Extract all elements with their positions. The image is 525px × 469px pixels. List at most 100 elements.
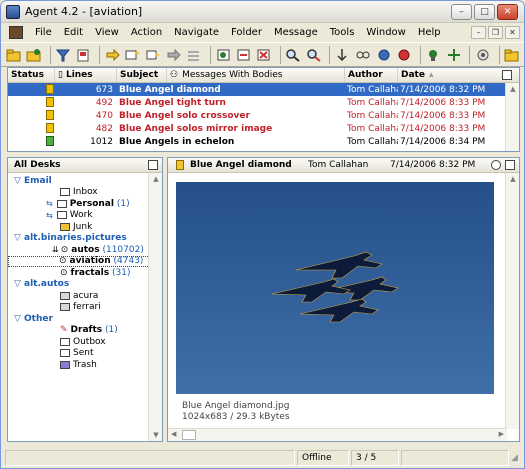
online-icon[interactable] [375,46,392,64]
column-author[interactable]: Author [345,68,398,82]
tree-fractals[interactable]: ⊙ fractals (31) [14,267,162,279]
tree-alt-autos[interactable]: ▽ alt.autos [14,279,162,291]
folder-icon[interactable] [504,46,521,64]
message-row[interactable]: 470 Blue Angel solo crossover Tom Callah… [8,109,519,122]
viewer-vertical-scrollbar[interactable]: ▲ [505,173,519,429]
document-menu-icon[interactable] [9,26,23,39]
menu-navigate[interactable]: Navigate [168,27,225,38]
find-icon[interactable] [285,46,302,64]
retrieve-icon[interactable] [235,46,252,64]
find-next-icon[interactable] [305,46,322,64]
caption-info: 1024x683 / 29.3 kBytes [182,412,290,422]
message-yellow-icon [46,110,54,121]
mdi-minimize-button[interactable]: – [471,26,486,39]
next-arrow-icon[interactable] [165,46,182,64]
mdi-restore-button[interactable]: ❐ [488,26,503,39]
column-subject[interactable]: Subject [117,68,167,82]
forward-icon[interactable] [104,46,121,64]
message-row[interactable]: 1012 Blue Angels in echelon Tom Callaha … [8,135,519,148]
menu-edit[interactable]: Edit [58,27,89,38]
tree-inbox[interactable]: Inbox [14,187,162,199]
offline-icon[interactable] [395,46,412,64]
scroll-up-icon[interactable]: ▲ [506,173,520,185]
viewer-options-icon[interactable] [491,160,501,170]
close-button[interactable]: ✕ [497,4,518,20]
message-list-scrollbar[interactable]: ▲ [505,83,519,151]
reply-email-icon[interactable] [125,46,142,64]
menu-action[interactable]: Action [125,27,168,38]
list-maximize-button[interactable] [502,70,512,80]
message-doc-icon [176,160,184,170]
tree-drafts-label: Drafts [70,325,103,336]
scroll-up-icon[interactable]: ▲ [149,173,163,185]
menu-window[interactable]: Window [360,27,411,38]
message-yellow-icon [46,123,54,134]
mdi-close-button[interactable]: ✕ [505,26,520,39]
tag-icon[interactable] [215,46,232,64]
column-lines[interactable]: ▯ Lines [55,68,117,82]
row-date: 7/14/2006 8:32 PM [400,84,486,95]
menu-tools[interactable]: Tools [324,27,361,38]
message-row[interactable]: 673 Blue Angel diamond Tom Callaha 7/14/… [8,83,519,96]
viewer-maximize-button[interactable] [505,160,515,170]
scroll-down-icon[interactable]: ▼ [149,429,163,441]
delete-icon[interactable] [256,46,273,64]
collapse-icon[interactable]: ▽ [14,176,24,186]
envelope-icon [56,199,67,208]
desks-scrollbar[interactable]: ▲ ▼ [148,173,162,441]
scroll-thumb[interactable] [182,430,196,440]
get-new-icon[interactable] [445,46,462,64]
tree-sent[interactable]: Sent [14,348,162,360]
post-forward-icon[interactable] [145,46,162,64]
desks-maximize-button[interactable] [148,160,158,170]
scroll-right-icon[interactable]: ▶ [499,430,504,438]
filter-messages-with-bodies[interactable]: ⚇ Messages With Bodies [167,68,345,82]
filter-icon[interactable] [55,46,72,64]
sort-icon[interactable] [334,46,351,64]
open-folder-icon[interactable] [5,46,22,64]
row-subject: Blue Angel tight turn [119,97,226,108]
collapse-icon[interactable]: ▽ [14,233,24,243]
resize-grip-icon[interactable]: ◢ [511,453,518,463]
thread-icon[interactable] [355,46,372,64]
maximize-button[interactable]: □ [474,4,495,20]
column-date[interactable]: Date ▴ [398,68,498,82]
tree-aviation-selected[interactable]: ⊙ aviation (4743) [8,255,156,267]
tree-junk[interactable]: Junk [14,221,162,233]
message-row[interactable]: 482 Blue Angel solos mirror image Tom Ca… [8,122,519,135]
options-icon[interactable] [474,46,491,64]
tree-work[interactable]: ⇆ Work [14,210,162,222]
tree-autos-binaries[interactable]: ⇊ ⊙ autos (110702) [14,244,162,256]
collapse-icon[interactable]: ▽ [14,314,24,324]
tree-email[interactable]: ▽ Email [14,175,162,187]
tree-drafts[interactable]: ✎ Drafts (1) [14,325,162,337]
send-receive-icon[interactable] [425,46,442,64]
column-status[interactable]: Status [8,68,55,82]
folder-mark-icon[interactable] [25,46,42,64]
tree-personal[interactable]: ⇆ Personal (1) [14,198,162,210]
tree-trash[interactable]: Trash [14,359,162,371]
title-bar[interactable]: Agent 4.2 - [aviation] – □ ✕ [1,1,524,23]
list-arrow-icon[interactable] [186,46,203,64]
scroll-left-icon[interactable]: ◀ [171,430,176,438]
scroll-up-icon[interactable]: ▲ [506,83,520,95]
message-row[interactable]: 492 Blue Angel tight turn Tom Callaha 7/… [8,96,519,109]
flag-icon[interactable] [75,46,92,64]
row-author: Tom Callaha [347,97,398,108]
app-icon[interactable] [6,4,20,19]
viewer-horizontal-scrollbar[interactable]: ◀ ▶ [168,428,507,441]
minimize-button[interactable]: – [451,4,472,20]
tree-ferrari[interactable]: ferrari [14,302,162,314]
tree-other[interactable]: ▽ Other [14,313,162,325]
tree-binaries[interactable]: ▽ alt.binaries.pictures [14,233,162,245]
collapse-icon[interactable]: ▽ [14,279,24,289]
menu-folder[interactable]: Folder [225,27,268,38]
menu-view[interactable]: View [89,27,125,38]
menu-help[interactable]: Help [412,27,447,38]
tree-acura[interactable]: acura [14,290,162,302]
message-list-header: Status ▯ Lines Subject ⚇ Messages With Bod… [8,68,519,83]
tree-outbox[interactable]: Outbox [14,336,162,348]
sent-icon [60,349,70,358]
menu-file[interactable]: File [29,27,58,38]
menu-message[interactable]: Message [268,27,324,38]
